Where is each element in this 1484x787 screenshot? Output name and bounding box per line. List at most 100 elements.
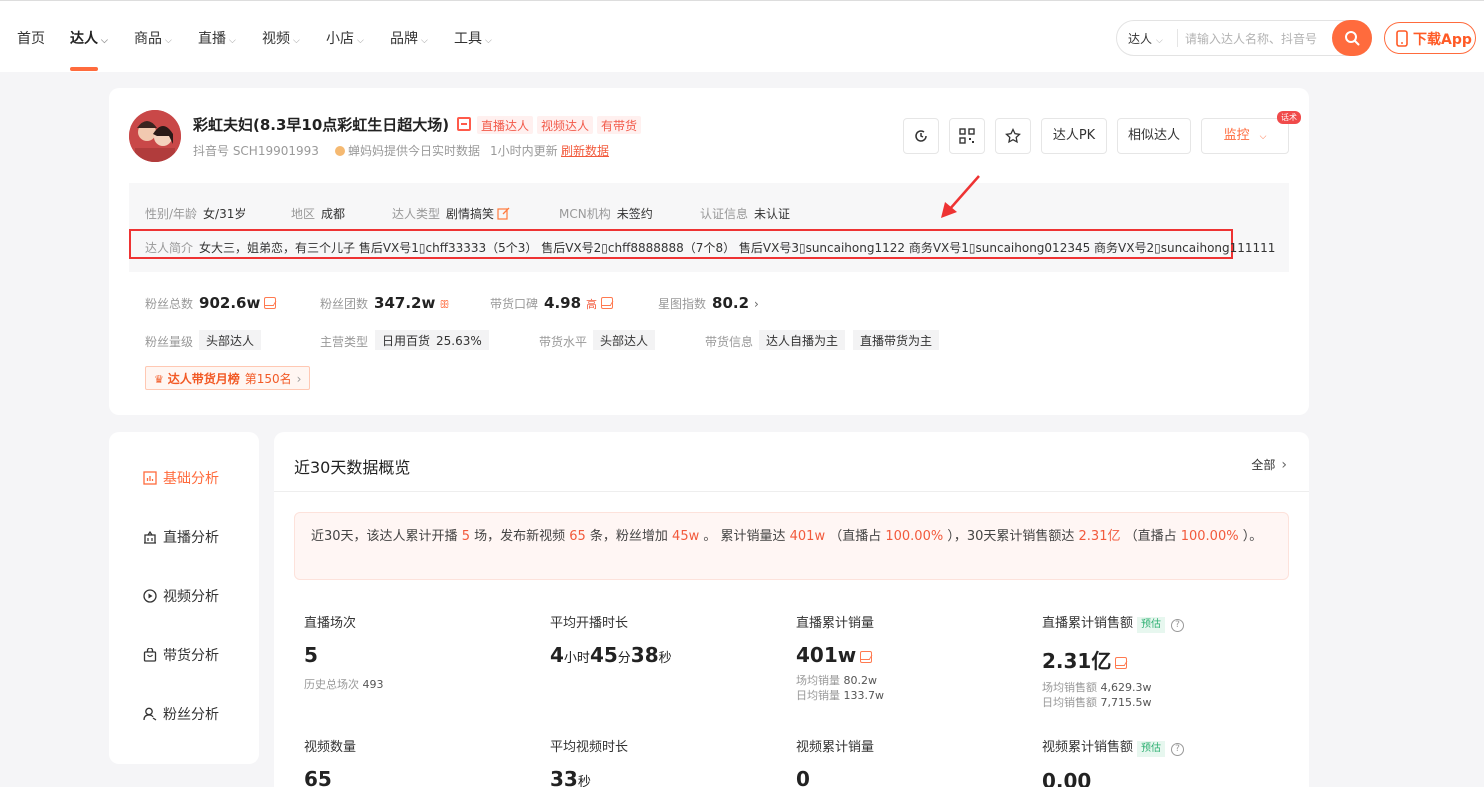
analysis-side-menu: 基础分析 直播分析 视频分析 带货分析 粉丝分析 [109,432,259,764]
menu-label: 基础分析 [163,471,219,487]
star-index[interactable]: 星图指数 80.2 › [658,294,759,312]
tag-live-talent: 直播达人 [477,116,534,134]
overview-panel: 近30天数据概览 全部 › 近30天，该达人累计开播 5 场，发布新视频 65 条… [274,432,1309,787]
region: 地区 成都 [291,205,345,222]
stat-sub: 场均销售额 4,629.3w [1042,680,1184,695]
category-chip: 日用百货 25.63% [375,330,489,350]
menu-fans-analysis[interactable]: 粉丝分析 [143,704,219,724]
similar-talent-button[interactable]: 相似达人 [1117,118,1191,154]
chevron-down-icon: ⌵ [485,36,492,46]
metric-key: 粉丝团数 [320,297,369,311]
stat-sub-value: 7,715.5w [1100,696,1152,709]
summary-text: 场，发布新视频 [469,529,570,544]
info-key: 认证信息 [700,207,749,221]
menu-label: 粉丝分析 [163,707,219,723]
trend-icon[interactable] [601,297,614,309]
info-value: 女/31岁 [203,207,247,221]
nav-shop[interactable]: 小店 ⌵ [326,28,364,48]
avatar[interactable] [129,110,181,162]
estimate-badge: 预估 [1137,617,1166,633]
chevron-down-icon: ⌵ [101,36,108,46]
search-type-label: 达人 [1128,32,1153,46]
info-key: 地区 [291,207,316,221]
stat-live-sales: 直播累计销量 401w 场均销量 80.2w 日均销量 133.7w [796,612,884,703]
metric-value: 80.2 [712,294,750,312]
menu-sales-analysis[interactable]: 带货分析 [143,645,219,665]
menu-live-analysis[interactable]: 直播分析 [143,527,219,547]
summary-text: ）。 [1238,529,1263,544]
rank-value: 第150名 [244,372,292,386]
fan-level-label: 粉丝量级 [145,335,194,349]
summary-text: （直播占 [1120,529,1181,544]
summary-value: 45w [672,529,700,544]
chevron-right-icon: › [296,372,302,386]
info-key: 达人类型 [392,207,441,221]
info-value: 成都 [321,207,346,221]
nav-brand[interactable]: 品牌 ⌵ [390,28,428,48]
trend-icon[interactable] [1115,657,1128,669]
summary-value: 100.00% [1180,529,1239,544]
nav-products[interactable]: 商品 ⌵ [134,28,172,48]
menu-label: 视频分析 [163,589,219,605]
chevron-right-icon: › [754,297,759,311]
stat-sub-value: 133.7w [843,689,885,702]
monitor-label: 监控 [1223,128,1250,143]
search-button[interactable] [1332,20,1372,56]
summary-text: （直播占 [825,529,886,544]
chevron-down-icon: ⌵ [293,36,300,46]
stat-sub-value: 80.2w [843,674,878,687]
nav-home[interactable]: 首页 [17,28,45,48]
overview-title: 近30天数据概览 [294,458,411,477]
help-icon[interactable]: ? [1171,619,1185,632]
stat-value: 65 [304,767,332,787]
edit-icon[interactable] [497,207,510,220]
talent-pk-button[interactable]: 达人PK [1041,118,1107,154]
stat-title: 视频累计销量 [796,740,875,755]
help-icon[interactable]: ? [1171,743,1185,756]
info-key: MCN机构 [559,207,611,221]
menu-video-analysis[interactable]: 视频分析 [143,586,219,606]
category-label: 主营类型 [320,335,369,349]
stat-title: 平均视频时长 [550,740,629,755]
annotation-arrow [941,175,980,218]
monitor-button[interactable]: 监控 ⌵ [1201,118,1289,154]
minutes-unit: 分 [617,651,631,666]
menu-basic-analysis[interactable]: 基础分析 [143,468,219,488]
nav-video[interactable]: 视频 ⌵ [262,28,300,48]
trend-icon[interactable] [860,651,873,663]
info-value: 女大三，姐弟恋，有三个儿子 售后VX号1▯chff33333（5个3） 售后VX… [199,241,1276,255]
nav-tools[interactable]: 工具 ⌵ [454,28,492,48]
cicada-icon [335,146,345,156]
favorite-button[interactable] [995,118,1031,154]
stat-title: 视频数量 [304,740,357,755]
nav-live[interactable]: 直播 ⌵ [198,28,236,48]
menu-label: 直播分析 [163,530,219,546]
nav-talent[interactable]: 达人 ⌵ [70,28,108,48]
search-type-select[interactable]: 达人 ⌵ [1128,30,1163,47]
crown-icon: ♛ [154,373,164,386]
active-nav-indicator [70,67,98,71]
metric-value: 347.2w [374,294,436,312]
stat-sub: 日均销量 133.7w [796,688,884,703]
intro-highlight: 达人简介 女大三，姐弟恋，有三个儿子 售后VX号1▯chff33333（5个3） … [129,229,1275,259]
chevron-down-icon: ⌵ [229,36,236,46]
nav-label: 品牌 [390,31,418,47]
chevron-down-icon: ⌵ [1259,132,1267,142]
search-input[interactable] [1185,29,1325,49]
download-app-button[interactable]: 下载App [1384,22,1476,54]
stat-video-count: 视频数量 65 [304,736,356,787]
view-all-link[interactable]: 全部 › [1251,456,1287,473]
stat-value: 401w [796,643,884,667]
talent-intro: 达人简介 女大三，姐弟恋，有三个儿子 售后VX号1▯chff33333（5个3） … [145,239,1275,256]
data-source-text: 蝉妈妈提供今日实时数据 [348,144,481,158]
chart-icon [143,471,157,485]
refresh-data-link[interactable]: 刷新数据 [561,142,609,159]
qrcode-button[interactable] [949,118,985,154]
monthly-rank-badge[interactable]: ♛ 达人带货月榜 第150名 › [145,366,311,390]
stat-title: 直播场次 [304,616,357,631]
nav-label: 首页 [17,31,45,47]
hours-value: 4 [550,643,564,667]
history-icon [915,130,927,142]
trend-icon[interactable] [264,297,277,309]
history-button[interactable] [903,118,939,154]
